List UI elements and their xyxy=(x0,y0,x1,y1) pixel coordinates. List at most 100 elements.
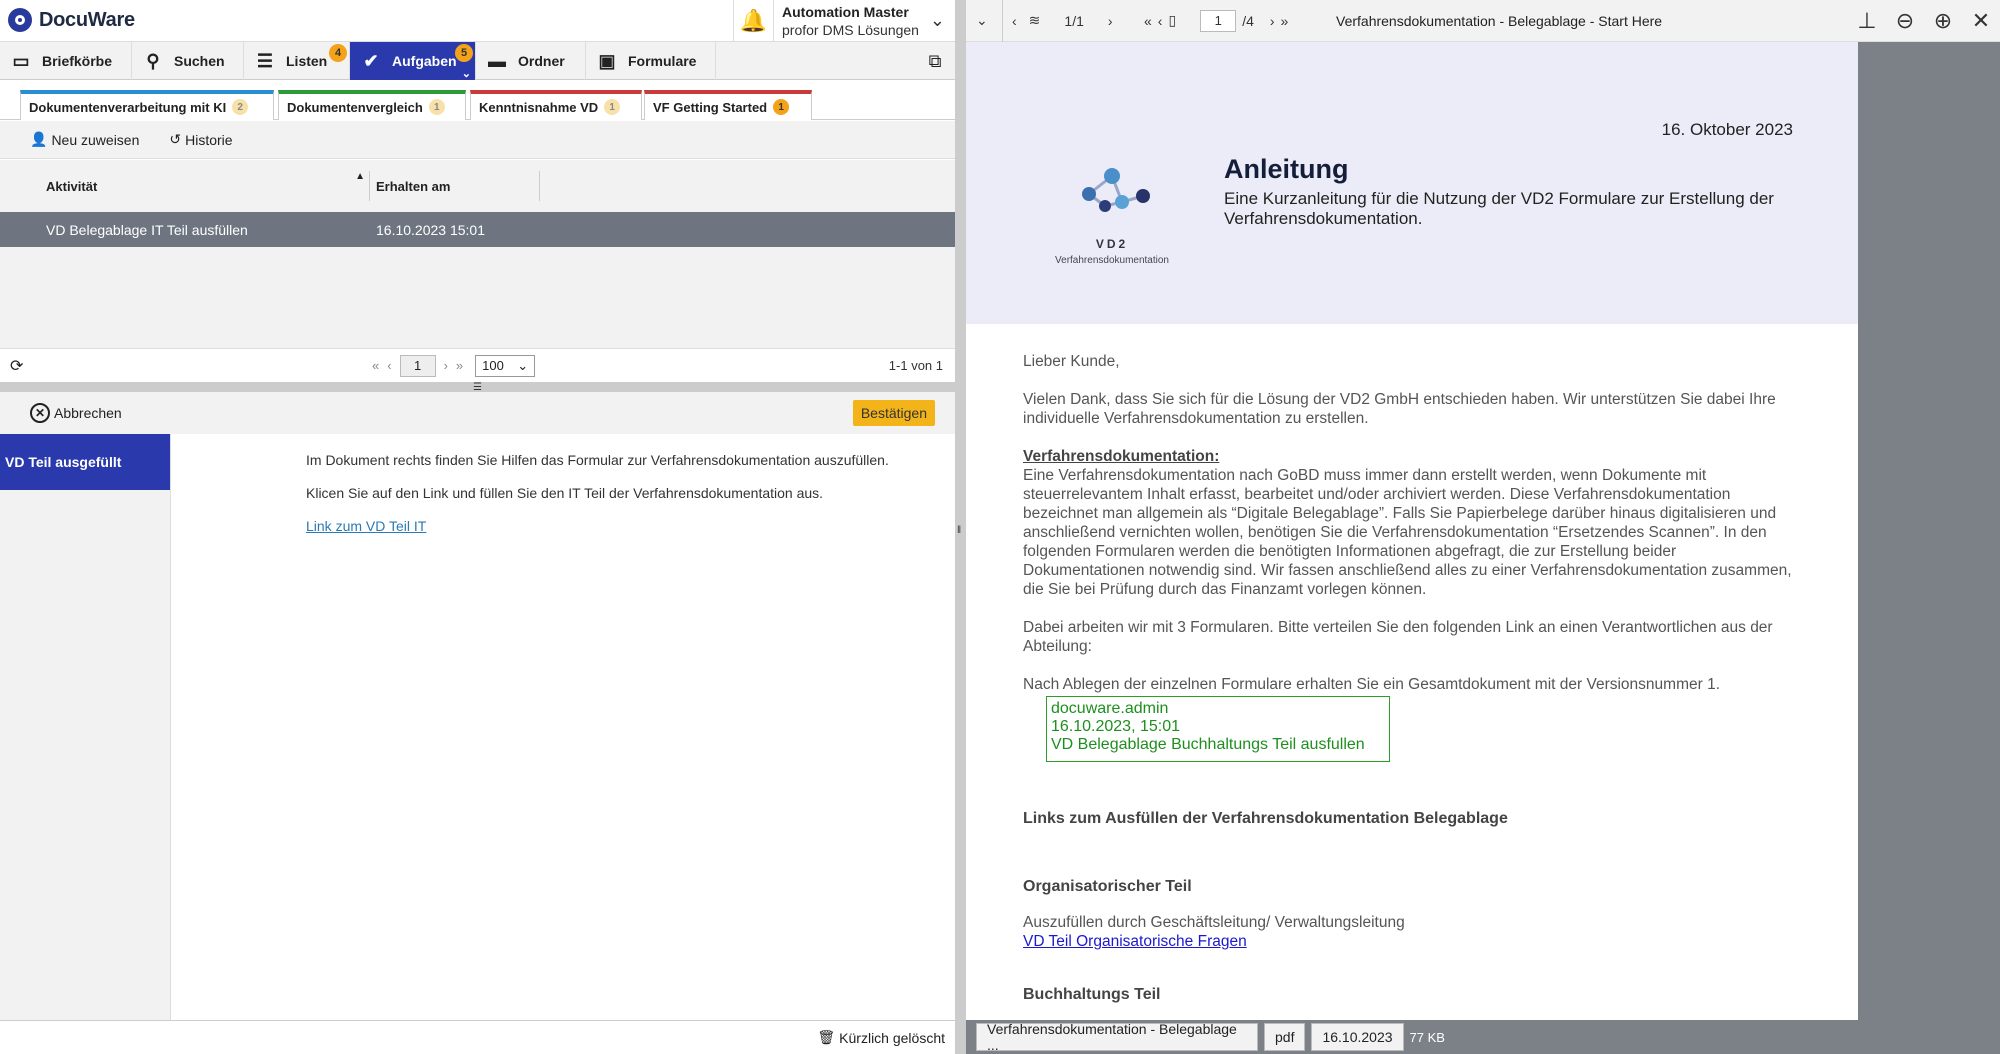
vd2-logo: VD2 Verfahrensdokumentation xyxy=(1042,162,1182,266)
next-page-icon[interactable]: › xyxy=(444,358,448,373)
clipboard-icon: ▣ xyxy=(598,50,616,71)
tab-vf-getting-started[interactable]: VF Getting Started 1 xyxy=(644,90,812,120)
zoom-in-icon[interactable]: ⊕ xyxy=(1924,8,1962,34)
viewer-footer: Verfahrensdokumentation - Belegablage ..… xyxy=(966,1020,2000,1054)
inbox-icon: ▭ xyxy=(12,50,30,71)
links-heading: Links zum Ausfüllen der Verfahrensdokume… xyxy=(1023,810,1508,827)
user-info: Automation Master profor DMS Lösungen xyxy=(774,3,919,39)
add-user-icon: 👤 xyxy=(30,131,48,147)
confirm-button[interactable]: Bestätigen xyxy=(852,400,935,426)
refresh-icon[interactable]: ⟳ xyxy=(10,356,23,376)
viewer-tools: ⊥ ⊖ ⊕ ✕ xyxy=(1848,0,2000,42)
paragraph-4: Nach Ablegen der einzelnen Formulare erh… xyxy=(1023,676,1721,693)
document-title: Verfahrensdokumentation - Belegablage - … xyxy=(1336,12,1663,29)
paragraph-2: Eine Verfahrensdokumentation nach GoBD m… xyxy=(1023,467,1792,598)
approval-stamp[interactable]: docuware.admin 16.10.2023, 15:01 VD Bele… xyxy=(1046,696,1390,762)
prev-page-icon[interactable]: ‹ xyxy=(1158,13,1163,29)
left-pane: DocuWare 🔔 Automation Master profor DMS … xyxy=(0,0,955,1054)
last-page-icon[interactable]: » xyxy=(456,358,463,373)
tab-badge: 2 xyxy=(232,99,249,115)
user-name: Automation Master xyxy=(782,4,909,20)
first-page-icon[interactable]: « xyxy=(1144,13,1152,29)
page-input[interactable]: 1 xyxy=(399,354,436,377)
list-icon: ☰ xyxy=(256,50,274,71)
page-header: 16. Oktober 2023 VD2 Verfahrensdokumenta… xyxy=(966,42,1858,324)
nav-label: Formulare xyxy=(628,53,697,69)
app-name: DocuWare xyxy=(39,8,135,31)
user-menu[interactable]: 🔔 Automation Master profor DMS Lösungen … xyxy=(733,0,955,42)
page-input[interactable]: 1 xyxy=(1200,9,1237,32)
layers-icon[interactable]: ≋ xyxy=(1029,12,1041,29)
docuware-logo[interactable]: DocuWare xyxy=(8,8,135,32)
column-header-received[interactable]: Erhalten am xyxy=(370,171,540,201)
form-content: Im Dokument rechts finden Sie Hilfen das… xyxy=(172,434,955,1020)
page-icon[interactable]: ▯ xyxy=(1168,12,1176,29)
chevron-down-icon[interactable]: ⌄ xyxy=(930,10,945,31)
instruction-heading-block: Anleitung Eine Kurzanleitung für die Nut… xyxy=(1224,154,1784,229)
tab-label: Dokumentenvergleich xyxy=(287,99,423,115)
vertical-splitter[interactable]: ‖ xyxy=(955,0,966,1054)
tab-dokumentenvergleich[interactable]: Dokumentenvergleich 1 xyxy=(278,90,466,120)
top-bar: DocuWare 🔔 Automation Master profor DMS … xyxy=(0,0,955,42)
form-text-1: Im Dokument rechts finden Sie Hilfen das… xyxy=(306,452,889,468)
reassign-button[interactable]: 👤 Neu zuweisen xyxy=(30,131,139,148)
table-row[interactable]: VD Belegablage IT Teil ausfüllen 16.10.2… xyxy=(0,212,955,247)
cancel-button[interactable]: ✕ Abbrechen xyxy=(30,403,122,423)
nav-ordner[interactable]: ▬ Ordner xyxy=(476,42,586,80)
document-heading: Anleitung xyxy=(1224,154,1349,184)
window-icon[interactable]: ⧉ xyxy=(915,42,955,80)
nav-label: Ordner xyxy=(518,53,565,69)
tab-label: VF Getting Started xyxy=(653,99,768,115)
nav-badge: 4 xyxy=(329,44,347,62)
page-size-select[interactable]: 100 ⌄ xyxy=(475,354,536,377)
chevron-down-icon: ⌄ xyxy=(517,357,529,373)
prev-doc-icon[interactable]: ‹ xyxy=(1012,13,1017,29)
stamp-icon[interactable]: ⊥ xyxy=(1848,8,1886,34)
stack-count: 1/1 xyxy=(1064,12,1084,29)
history-button[interactable]: ↺ Historie xyxy=(169,131,232,148)
chevron-down-icon[interactable]: ⌄ xyxy=(462,67,471,80)
close-icon: ✕ xyxy=(30,403,50,423)
column-header-activity[interactable]: Aktivität ▲ xyxy=(0,171,370,201)
nav-listen[interactable]: ☰ Listen 4 xyxy=(244,42,350,80)
form-text-2: Klicen Sie auf den Link und füllen Sie d… xyxy=(306,485,824,501)
nav-aufgaben[interactable]: ✔ Aufgaben 5 ⌄ xyxy=(350,42,476,80)
vd2-molecule-icon xyxy=(1082,168,1150,212)
last-page-icon[interactable]: » xyxy=(1281,13,1289,29)
docuware-logo-icon xyxy=(8,8,32,32)
bell-icon[interactable]: 🔔 xyxy=(734,0,774,42)
next-page-icon[interactable]: › xyxy=(1270,13,1275,29)
first-page-icon[interactable]: « xyxy=(372,358,379,373)
stamp-user: docuware.admin xyxy=(1051,700,1169,717)
tab-kenntnisnahme[interactable]: Kenntnisnahme VD 1 xyxy=(470,90,642,120)
tab-badge: 1 xyxy=(604,99,621,115)
document-area: 16. Oktober 2023 VD2 Verfahrensdokumenta… xyxy=(966,42,2000,1020)
document-date: 16. Oktober 2023 xyxy=(1661,120,1793,139)
nav-formulare[interactable]: ▣ Formulare xyxy=(586,42,716,80)
stack-nav: ‹ ≋ 1/1 › xyxy=(1012,12,1113,29)
stamp-text: VD Belegablage Buchhaltungs Teil ausfull… xyxy=(1051,736,1365,753)
step-item-vd-teil[interactable]: VD Teil ausgefüllt xyxy=(0,434,170,490)
grid-header: Aktivität ▲ Erhalten am xyxy=(0,160,955,212)
task-actions: 👤 Neu zuweisen ↺ Historie xyxy=(0,121,955,159)
prev-page-icon[interactable]: ‹ xyxy=(387,358,391,373)
org-link[interactable]: VD Teil Organisatorische Fragen xyxy=(1023,933,1247,951)
next-doc-icon[interactable]: › xyxy=(1108,13,1113,29)
sort-asc-icon: ▲ xyxy=(355,171,365,182)
cell-activity: VD Belegablage IT Teil ausfüllen xyxy=(46,221,248,238)
pager: ⟳ « ‹ 1 › » 100 ⌄ 1-1 von 1 xyxy=(0,348,955,382)
tab-dokumentenverarbeitung[interactable]: Dokumentenverarbeitung mit KI 2 xyxy=(20,90,274,120)
nav-label: Aufgaben xyxy=(392,53,457,69)
chevron-down-icon[interactable]: ⌄ xyxy=(976,12,988,29)
close-icon[interactable]: ✕ xyxy=(1962,8,2000,34)
footer-doc-name: Verfahrensdokumentation - Belegablage ..… xyxy=(976,1021,1258,1053)
reassign-label: Neu zuweisen xyxy=(51,131,140,148)
nav-badge: 5 xyxy=(455,44,473,62)
nav-suchen[interactable]: ⚲ Suchen xyxy=(132,42,244,80)
zoom-out-icon[interactable]: ⊖ xyxy=(1886,8,1924,34)
horizontal-splitter[interactable]: ☰ xyxy=(0,382,955,393)
vd-teil-it-link[interactable]: Link zum VD Teil IT xyxy=(306,518,426,534)
nav-briefkoerbe[interactable]: ▭ Briefkörbe xyxy=(0,42,132,80)
recently-deleted-button[interactable]: 🗑 Kürzlich gelöscht xyxy=(817,1029,945,1046)
document-viewer: ⌄ ‹ ≋ 1/1 › « ‹ ▯ 1 /4 › » Verfahrensdok… xyxy=(966,0,2000,1054)
